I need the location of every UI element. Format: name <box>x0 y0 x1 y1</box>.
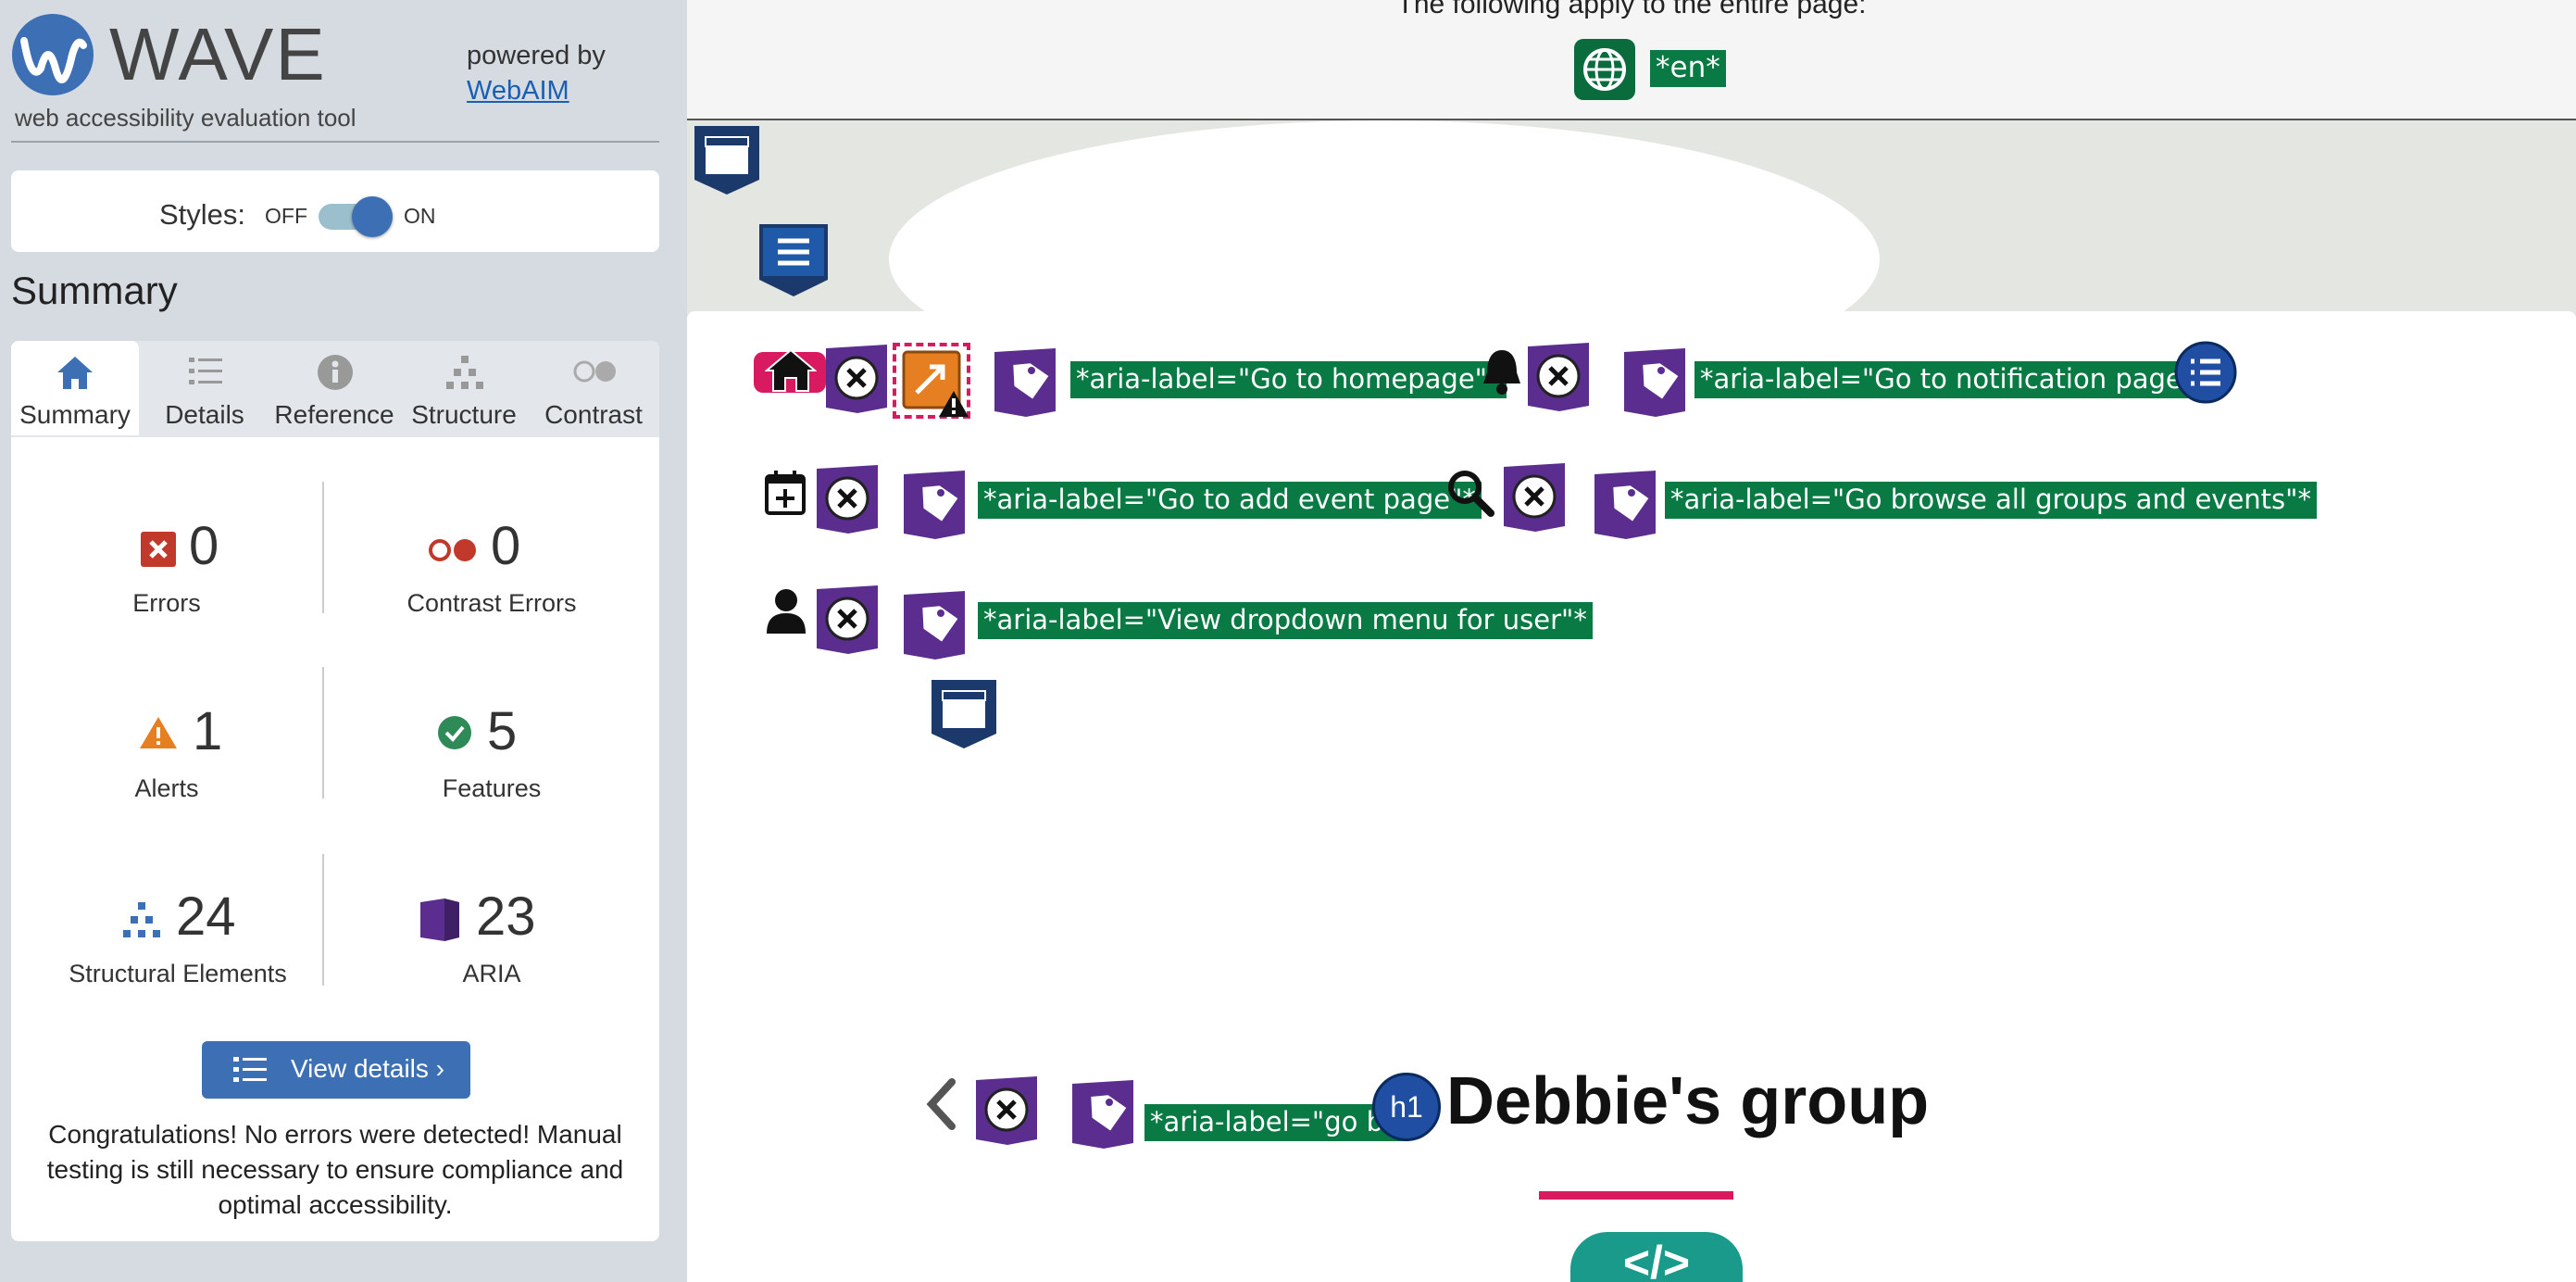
toggle-knob[interactable] <box>352 196 393 237</box>
aria-label-icon[interactable] <box>1070 1078 1135 1150</box>
aria-label: ARIA <box>462 960 521 987</box>
errors-label: Errors <box>132 589 201 617</box>
home-icon[interactable] <box>765 346 817 395</box>
tab-structure[interactable]: Structure <box>400 341 528 435</box>
tab-label: Contrast <box>544 400 643 429</box>
aria-label-notification: *aria-label="Go to notification page"* <box>1694 361 2214 398</box>
alerts-count: 1 <box>193 701 223 761</box>
aria-comment-icon[interactable] <box>1526 341 1591 413</box>
aria-label-icon[interactable] <box>1622 346 1687 419</box>
wave-tagline: web accessibility evaluation tool <box>15 104 356 132</box>
code-element-badge[interactable]: </> <box>1570 1232 1743 1282</box>
redundant-link-alert-icon[interactable] <box>902 350 970 419</box>
list-structure-icon[interactable] <box>2174 341 2237 404</box>
wave-sidebar: WAVE web accessibility evaluation tool p… <box>0 0 687 1282</box>
heading-underline <box>1539 1191 1733 1200</box>
info-icon <box>318 355 353 390</box>
contrast-errors-count: 0 <box>491 516 521 576</box>
features-count: 5 <box>487 701 518 761</box>
contrast-icon <box>573 360 616 383</box>
header-region-icon[interactable] <box>693 122 761 196</box>
view-details-button[interactable]: View details › <box>202 1041 470 1099</box>
language-globe-icon[interactable] <box>1574 39 1635 100</box>
list-icon <box>189 358 222 384</box>
aria-comment-icon[interactable] <box>815 463 880 535</box>
contrast-errors-label: Contrast Errors <box>406 589 577 617</box>
aria-label-icon[interactable] <box>902 469 967 541</box>
errors-count: 0 <box>189 516 219 576</box>
aria-count: 23 <box>476 886 536 947</box>
aria-comment-icon[interactable] <box>824 343 889 415</box>
structural-label: Structural Elements <box>69 960 287 987</box>
features-label: Features <box>442 774 542 802</box>
alert-icon <box>140 717 177 748</box>
search-icon[interactable] <box>1444 467 1494 517</box>
styles-toggle-card: Styles: OFF ON <box>11 170 659 252</box>
styles-label: Styles: <box>159 198 246 231</box>
user-icon[interactable] <box>765 587 807 635</box>
feature-check-icon <box>438 716 471 749</box>
styles-on-label: ON <box>404 204 436 228</box>
main-region-icon[interactable] <box>930 676 998 750</box>
tab-bar: Summary Details Reference Structure Cont… <box>11 341 659 437</box>
aria-comment-icon[interactable] <box>974 1075 1039 1147</box>
tab-label: Summary <box>19 400 131 429</box>
aria-label-icon[interactable] <box>902 589 967 661</box>
aria-label-home: *aria-label="Go to homepage"* <box>1070 361 1507 398</box>
tab-contrast[interactable]: Contrast <box>530 341 657 435</box>
page-notice: The following apply to the entire page: <box>1396 0 1867 19</box>
congrats-message: Congratulations! No errors were detected… <box>46 1120 624 1219</box>
back-chevron-icon[interactable] <box>924 1078 957 1130</box>
tab-reference[interactable]: Reference <box>270 341 398 435</box>
powered-by-text: powered by <box>467 41 606 70</box>
error-icon <box>141 532 176 567</box>
hierarchy-icon <box>446 356 483 389</box>
heading-level-badge[interactable]: h1 <box>1372 1073 1441 1141</box>
contrast-error-icon <box>429 539 476 561</box>
aria-label-go-back: *aria-label="go back"* <box>1144 1104 1409 1141</box>
aria-icon <box>420 899 459 941</box>
styles-off-label: OFF <box>265 204 307 228</box>
tab-summary[interactable]: Summary <box>11 341 139 435</box>
lang-label: *en* <box>1650 50 1726 87</box>
page-level-bar: The following apply to the entire page: … <box>687 0 2576 120</box>
wave-logo-text: WAVE <box>109 13 327 95</box>
aria-label-icon[interactable] <box>993 346 1057 419</box>
view-details-label: View details › <box>291 1054 445 1083</box>
structure-icon <box>123 902 160 937</box>
aria-label-add-event: *aria-label="Go to add event page"* <box>978 482 1482 519</box>
alerts-label: Alerts <box>134 774 199 802</box>
list-icon <box>233 1057 267 1082</box>
styles-toggle-switch[interactable] <box>319 196 393 237</box>
wave-logo-icon <box>12 14 94 95</box>
summary-heading: Summary <box>11 269 178 312</box>
add-event-calendar-icon[interactable] <box>763 469 807 517</box>
tab-label: Structure <box>411 400 517 429</box>
bell-icon[interactable] <box>1480 346 1524 396</box>
page-preview: The following apply to the entire page: … <box>687 0 2576 1282</box>
structural-count: 24 <box>176 886 236 947</box>
summary-panel: Summary Details Reference Structure Cont… <box>11 341 659 1241</box>
divider <box>11 141 659 143</box>
aria-label-icon[interactable] <box>1593 469 1657 541</box>
tab-details[interactable]: Details <box>141 341 269 435</box>
webaim-link[interactable]: WebAIM <box>467 76 569 107</box>
navigation-region-icon[interactable] <box>757 220 830 298</box>
tab-label: Details <box>165 400 244 429</box>
tab-label: Reference <box>274 400 394 429</box>
page-heading: Debbie's group <box>1446 1064 1930 1138</box>
aria-label-browse: *aria-label="Go browse all groups and ev… <box>1665 482 2317 519</box>
aria-comment-icon[interactable] <box>1502 461 1567 534</box>
home-icon <box>57 357 93 389</box>
aria-label-user-menu: *aria-label="View dropdown menu for user… <box>978 602 1593 639</box>
aria-comment-icon[interactable] <box>815 584 880 656</box>
